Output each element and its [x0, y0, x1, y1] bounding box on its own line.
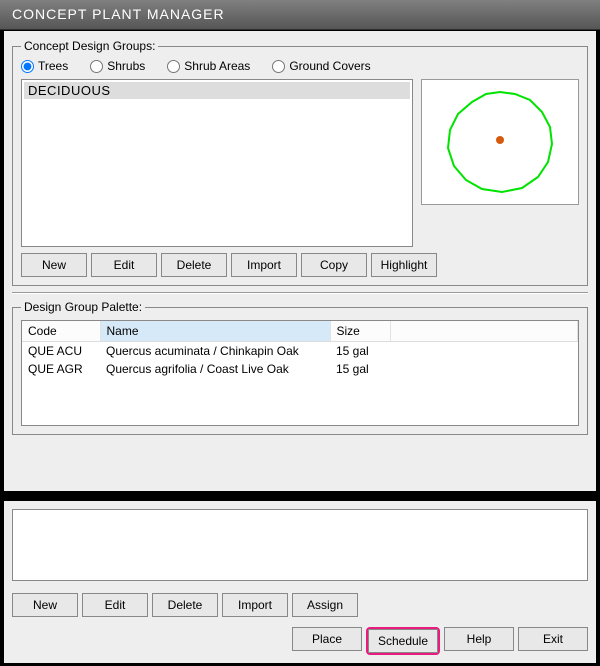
radio-shrubs-label: Shrubs	[107, 59, 145, 73]
dialog-top-area: Concept Design Groups: Trees Shrubs Shru…	[3, 30, 597, 492]
palette-legend: Design Group Palette:	[21, 300, 145, 314]
concept-groups-legend: Concept Design Groups:	[21, 39, 158, 53]
radio-shrub-areas-input[interactable]	[167, 60, 180, 73]
cell-code: QUE ACU	[22, 342, 100, 360]
palette-header-size[interactable]: Size	[330, 321, 390, 342]
radio-shrubs[interactable]: Shrubs	[90, 59, 145, 73]
radio-ground-covers[interactable]: Ground Covers	[272, 59, 370, 73]
cell-name: Quercus agrifolia / Coast Live Oak	[100, 360, 330, 378]
radio-trees-label: Trees	[38, 59, 68, 73]
schedule-highlight: Schedule	[366, 627, 440, 655]
window-title: CONCEPT PLANT MANAGER	[12, 6, 225, 22]
group-radio-row: Trees Shrubs Shrub Areas Ground Covers	[21, 59, 579, 73]
assign-palette-button[interactable]: Assign	[292, 593, 358, 617]
radio-trees[interactable]: Trees	[21, 59, 68, 73]
plant-preview-icon	[430, 82, 570, 202]
palette-header-row: Code Name Size	[22, 321, 578, 342]
plant-preview-panel	[421, 79, 579, 205]
edit-group-button[interactable]: Edit	[91, 253, 157, 277]
palette-header-name[interactable]: Name	[100, 321, 330, 342]
dialog-footer-row: Place Schedule Help Exit	[12, 627, 588, 655]
place-button[interactable]: Place	[292, 627, 362, 651]
help-button[interactable]: Help	[444, 627, 514, 651]
palette-button-row: New Edit Delete Import Assign	[12, 593, 588, 617]
palette-header-spacer	[390, 321, 578, 342]
palette-listbox-continuation[interactable]	[12, 509, 588, 581]
dialog-bottom-area: New Edit Delete Import Assign Place Sche…	[3, 500, 597, 664]
palette-table[interactable]: Code Name Size QUE ACU Quercus acuminata…	[22, 321, 578, 378]
exit-button[interactable]: Exit	[518, 627, 588, 651]
window-titlebar: CONCEPT PLANT MANAGER	[0, 0, 600, 30]
concept-design-groups-fieldset: Concept Design Groups: Trees Shrubs Shru…	[12, 39, 588, 286]
radio-trees-input[interactable]	[21, 60, 34, 73]
radio-ground-covers-input[interactable]	[272, 60, 285, 73]
import-palette-button[interactable]: Import	[222, 593, 288, 617]
groups-listbox[interactable]: DECIDUOUS	[21, 79, 413, 247]
radio-shrubs-input[interactable]	[90, 60, 103, 73]
delete-palette-button[interactable]: Delete	[152, 593, 218, 617]
cell-size: 15 gal	[330, 342, 390, 360]
groups-button-row: New Edit Delete Import Copy Highlight	[21, 253, 579, 277]
cell-name: Quercus acuminata / Chinkapin Oak	[100, 342, 330, 360]
list-item[interactable]: DECIDUOUS	[24, 82, 410, 99]
palette-header-code[interactable]: Code	[22, 321, 100, 342]
radio-shrub-areas[interactable]: Shrub Areas	[167, 59, 250, 73]
radio-shrub-areas-label: Shrub Areas	[184, 59, 250, 73]
radio-ground-covers-label: Ground Covers	[289, 59, 370, 73]
cell-size: 15 gal	[330, 360, 390, 378]
schedule-button[interactable]: Schedule	[368, 629, 438, 653]
new-palette-button[interactable]: New	[12, 593, 78, 617]
palette-table-container: Code Name Size QUE ACU Quercus acuminata…	[21, 320, 579, 426]
highlight-group-button[interactable]: Highlight	[371, 253, 437, 277]
delete-group-button[interactable]: Delete	[161, 253, 227, 277]
table-row[interactable]: QUE ACU Quercus acuminata / Chinkapin Oa…	[22, 342, 578, 360]
new-group-button[interactable]: New	[21, 253, 87, 277]
tree-center-dot	[496, 136, 504, 144]
import-group-button[interactable]: Import	[231, 253, 297, 277]
section-separator	[12, 292, 588, 294]
edit-palette-button[interactable]: Edit	[82, 593, 148, 617]
table-row[interactable]: QUE AGR Quercus agrifolia / Coast Live O…	[22, 360, 578, 378]
design-group-palette-fieldset: Design Group Palette: Code Name Size QUE…	[12, 300, 588, 435]
copy-group-button[interactable]: Copy	[301, 253, 367, 277]
cell-code: QUE AGR	[22, 360, 100, 378]
